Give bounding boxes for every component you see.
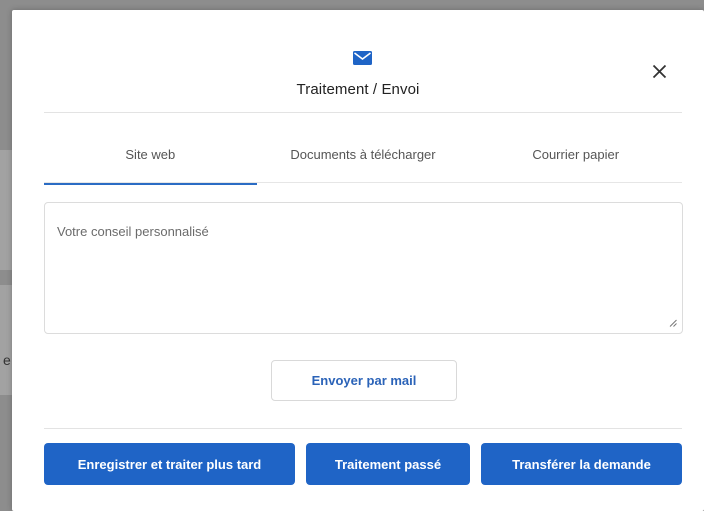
tab-site-web[interactable]: Site web bbox=[44, 135, 257, 185]
background-panel bbox=[0, 150, 12, 270]
dialog-title: Traitement / Envoi bbox=[296, 81, 420, 98]
processing-dialog: Traitement / Envoi Site web Documents à … bbox=[12, 10, 704, 511]
header-divider bbox=[44, 112, 682, 113]
tab-bar: Site web Documents à télécharger Courrie… bbox=[44, 135, 682, 185]
resize-handle-icon[interactable] bbox=[669, 319, 677, 327]
processing-done-button[interactable]: Traitement passé bbox=[306, 443, 470, 485]
mail-icon bbox=[353, 51, 372, 65]
tab-courrier-papier[interactable]: Courrier papier bbox=[469, 135, 682, 183]
tabs-divider bbox=[44, 182, 682, 183]
background-panel bbox=[0, 285, 12, 395]
background-text: e bbox=[3, 352, 11, 368]
advice-field-wrapper bbox=[44, 202, 683, 334]
tab-documents[interactable]: Documents à télécharger bbox=[257, 135, 470, 183]
save-process-later-button[interactable]: Enregistrer et traiter plus tard bbox=[44, 443, 295, 485]
dialog-header: Traitement / Envoi bbox=[12, 10, 704, 112]
close-icon bbox=[652, 64, 666, 78]
advice-textarea[interactable] bbox=[45, 203, 682, 333]
send-by-mail-button[interactable]: Envoyer par mail bbox=[271, 360, 457, 401]
footer-divider bbox=[44, 428, 682, 429]
transfer-request-button[interactable]: Transférer la demande bbox=[481, 443, 682, 485]
close-button[interactable] bbox=[646, 58, 672, 84]
